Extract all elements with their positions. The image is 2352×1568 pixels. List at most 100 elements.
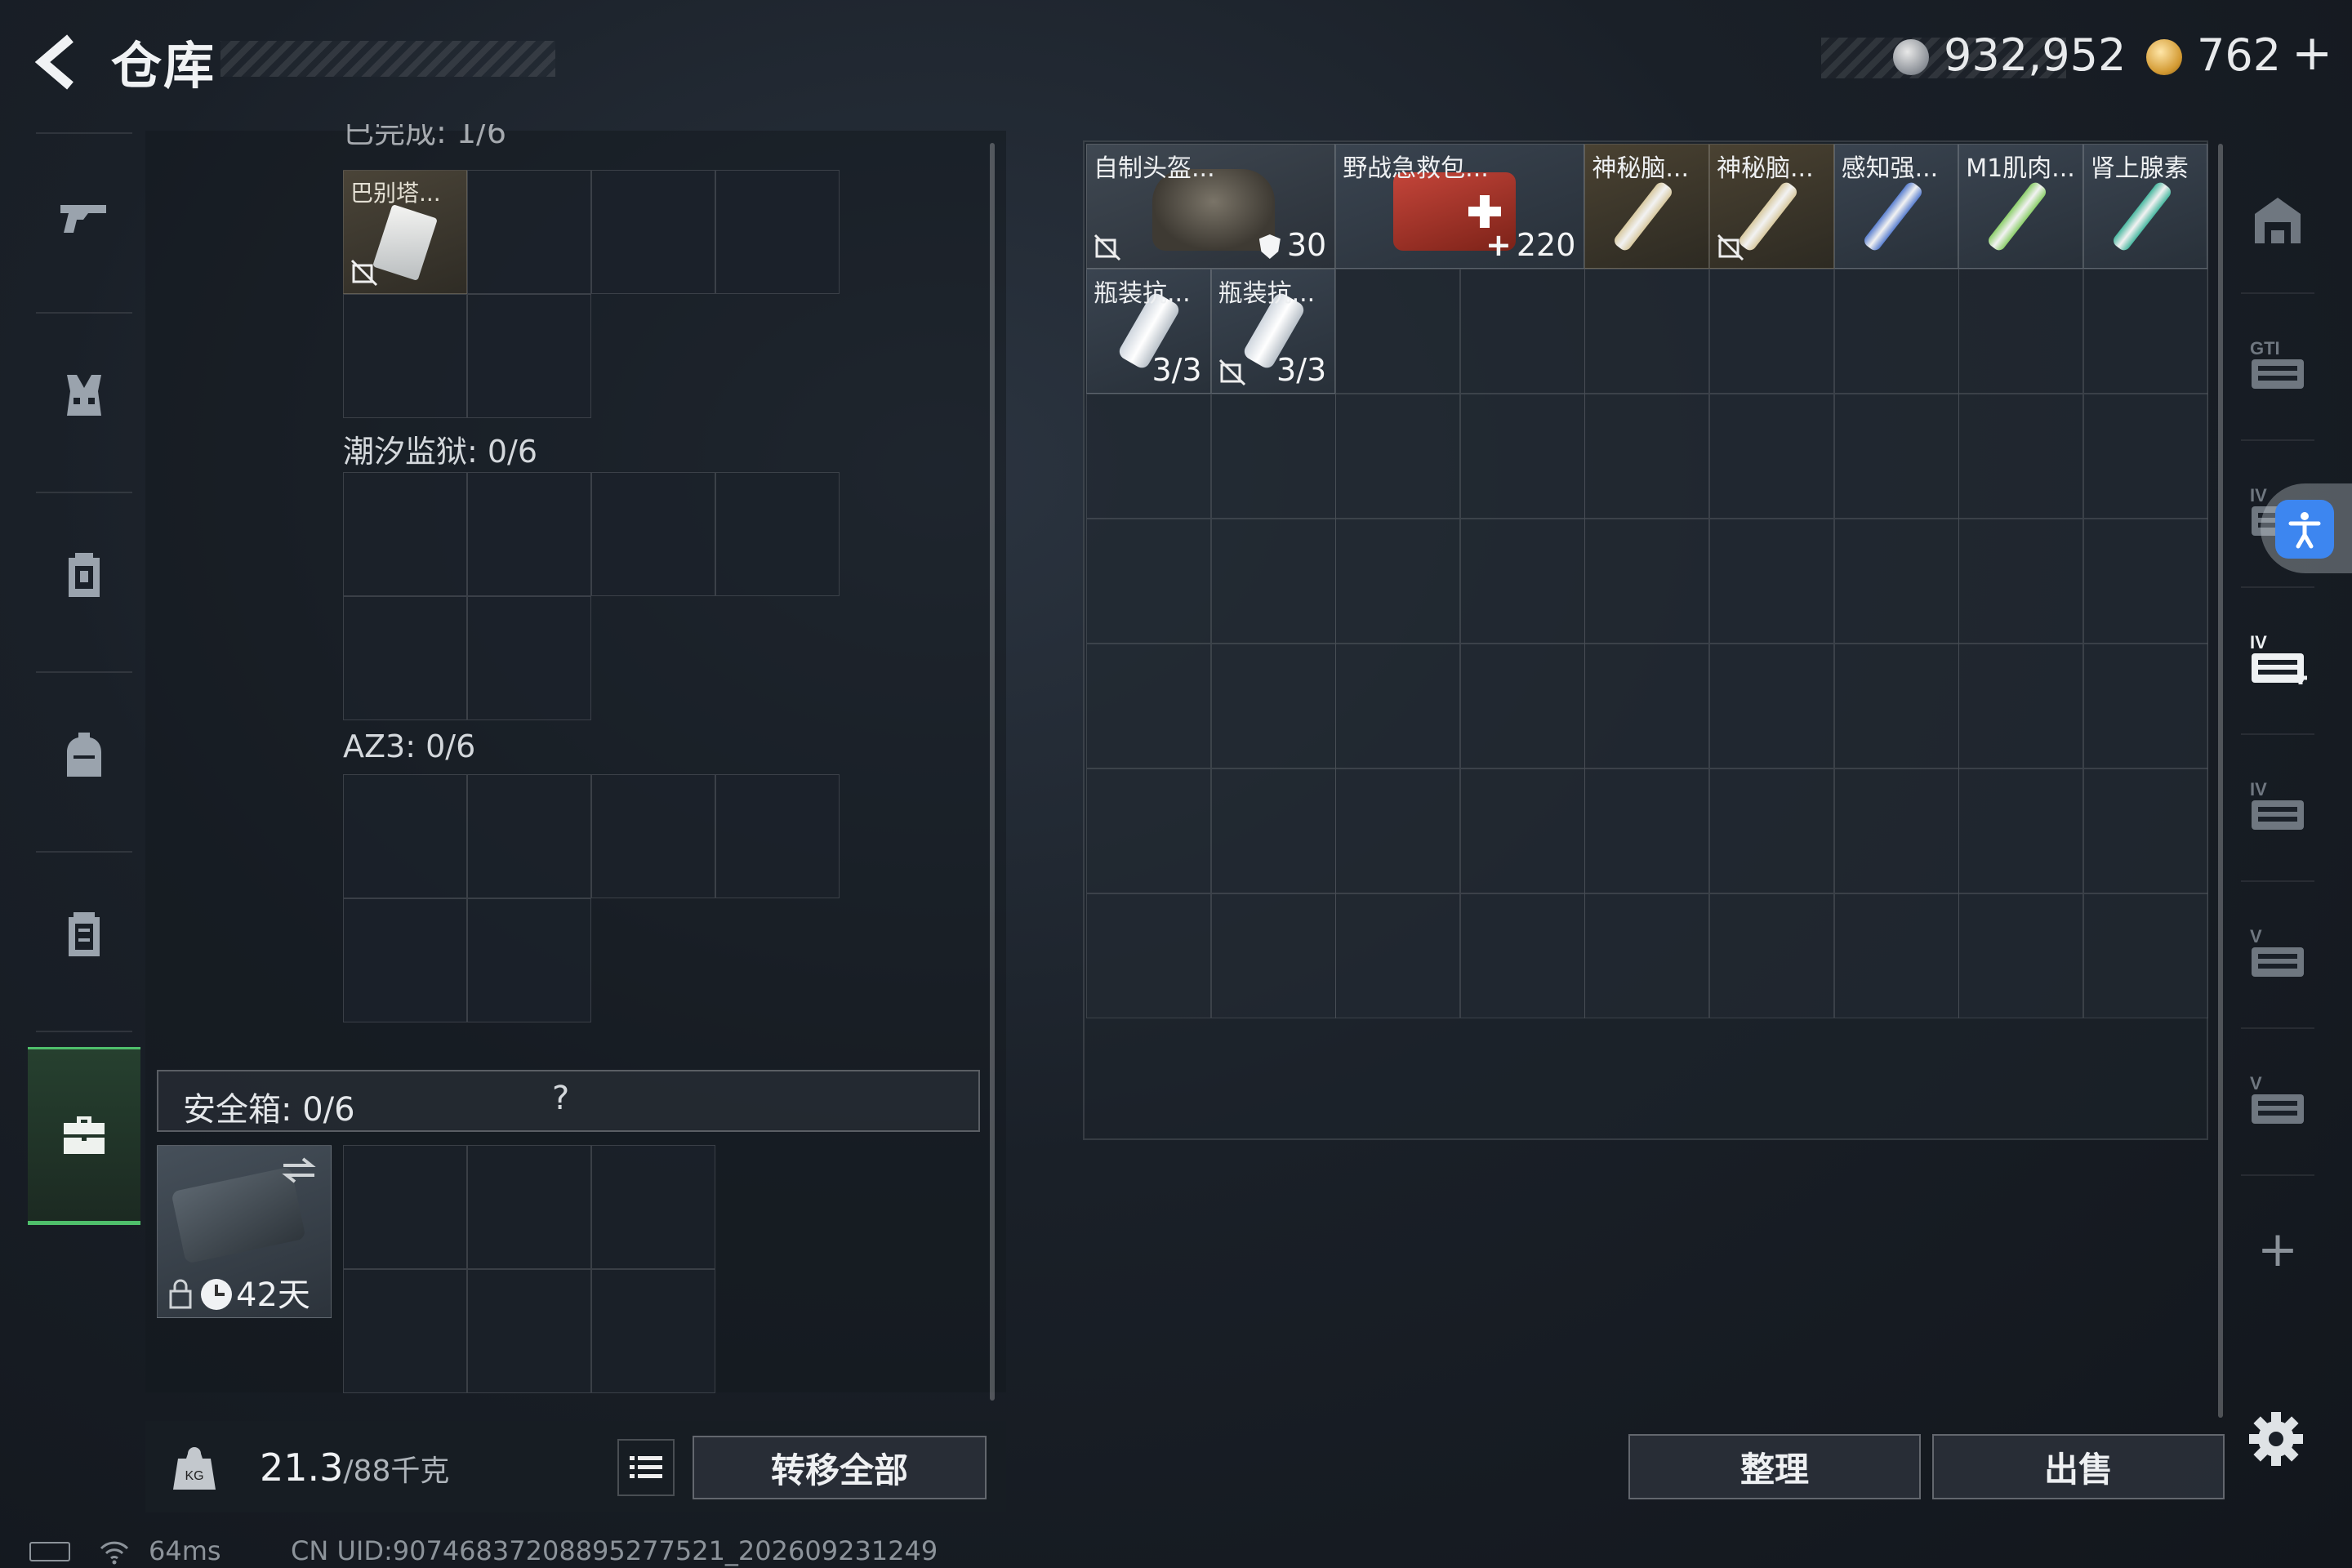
nav-item-weapon[interactable] (28, 134, 140, 297)
storage-slot[interactable] (1086, 519, 1211, 644)
storage-slot[interactable] (1459, 768, 1585, 893)
storage-slot[interactable] (1833, 394, 1959, 519)
grid-slot[interactable] (343, 294, 467, 418)
grid-slot[interactable] (343, 898, 467, 1022)
storage-item-injector-gold[interactable]: 神秘脑... (1709, 144, 1834, 269)
storage-item-injector-blue[interactable]: 感知强... (1833, 144, 1959, 269)
storage-slot[interactable] (1210, 893, 1336, 1018)
storage-slot[interactable] (1086, 893, 1211, 1018)
storage-slot[interactable] (1709, 269, 1834, 394)
grid-slot[interactable] (343, 774, 467, 898)
storage-slot[interactable] (1335, 644, 1461, 768)
safebox-slot[interactable] (343, 1145, 467, 1269)
grid-slot[interactable] (715, 170, 840, 294)
storage-slot[interactable] (1459, 644, 1585, 768)
storage-item-bottle[interactable]: 瓶装抗... 3/3 (1086, 269, 1211, 394)
grid-slot[interactable] (343, 596, 467, 720)
storage-slot[interactable] (1958, 394, 2084, 519)
storage-slot[interactable] (1459, 519, 1585, 644)
sell-button[interactable]: 出售 (1932, 1434, 2225, 1499)
storage-slot[interactable] (1459, 269, 1585, 394)
storage-slot[interactable] (1709, 768, 1834, 893)
storage-slot[interactable] (1210, 519, 1336, 644)
storage-slot[interactable] (1833, 269, 1959, 394)
storage-slot[interactable] (2082, 644, 2208, 768)
storage-item-medkit[interactable]: 野战急救包... +220 (1335, 144, 1585, 269)
safebox-slot[interactable] (343, 1269, 467, 1393)
nav-item-safebox[interactable] (28, 1047, 140, 1225)
grid-slot[interactable] (467, 774, 591, 898)
grid-slot[interactable] (591, 170, 715, 294)
storage-slot[interactable] (1833, 893, 1959, 1018)
storage-slot[interactable] (2082, 394, 2208, 519)
safebox-slot[interactable] (591, 1269, 715, 1393)
storage-slot[interactable] (1086, 394, 1211, 519)
storage-slot[interactable] (1584, 269, 1710, 394)
storage-item-helmet[interactable]: 自制头盔... 30 (1086, 144, 1336, 269)
safebox-slot[interactable] (467, 1269, 591, 1393)
loadout-scrollbar[interactable] (990, 143, 995, 1401)
storage-slot[interactable] (1210, 644, 1336, 768)
storage-slot[interactable] (1709, 644, 1834, 768)
help-icon[interactable]: ? (552, 1080, 588, 1122)
storage-slot[interactable] (2082, 269, 2208, 394)
storage-slot[interactable] (1584, 644, 1710, 768)
back-button[interactable] (24, 29, 90, 95)
storage-slot[interactable] (1709, 893, 1834, 1018)
grid-slot[interactable] (467, 472, 591, 596)
storage-slot[interactable] (1958, 519, 2084, 644)
grid-slot[interactable] (591, 472, 715, 596)
grid-slot[interactable] (715, 472, 840, 596)
storage-slot[interactable] (1459, 394, 1585, 519)
sort-button[interactable]: 整理 (1628, 1434, 1921, 1499)
storage-slot[interactable] (1335, 394, 1461, 519)
storage-item-injector-green[interactable]: M1肌肉... (1958, 144, 2083, 269)
storage-slot[interactable] (1086, 644, 1211, 768)
storage-slot[interactable] (1584, 893, 1710, 1018)
storage-slot[interactable] (1086, 768, 1211, 893)
storage-slot[interactable] (1335, 768, 1461, 893)
storage-item-injector-gold[interactable]: 神秘脑... (1584, 144, 1709, 269)
storage-slot[interactable] (1833, 768, 1959, 893)
grid-slot[interactable] (715, 774, 840, 898)
add-currency-button[interactable]: + (2292, 24, 2332, 82)
grid-item[interactable]: 巴别塔... (343, 170, 467, 294)
storage-slot[interactable] (1958, 644, 2084, 768)
grid-slot[interactable] (467, 596, 591, 720)
nav-item-armor[interactable] (28, 314, 140, 477)
transfer-all-button[interactable]: 转移全部 (693, 1436, 987, 1499)
grid-slot[interactable] (343, 472, 467, 596)
list-view-button[interactable] (617, 1439, 675, 1496)
storage-slot[interactable] (1335, 893, 1461, 1018)
storage-tab-6[interactable]: V (2233, 882, 2323, 1029)
grid-slot[interactable] (591, 774, 715, 898)
storage-slot[interactable] (1210, 768, 1336, 893)
grid-slot[interactable] (467, 294, 591, 418)
storage-slot[interactable] (1833, 644, 1959, 768)
storage-slot[interactable] (2082, 893, 2208, 1018)
storage-slot[interactable] (1958, 269, 2084, 394)
storage-slot[interactable] (2082, 519, 2208, 644)
storage-tab-2[interactable]: GTI (2233, 294, 2323, 441)
accessibility-button[interactable] (2261, 483, 2352, 573)
nav-item-chest-rig[interactable] (28, 493, 140, 657)
swap-icon[interactable] (278, 1154, 319, 1187)
storage-slot[interactable] (1584, 394, 1710, 519)
storage-slot[interactable] (1459, 893, 1585, 1018)
storage-slot[interactable] (1210, 394, 1336, 519)
storage-slot[interactable] (1584, 519, 1710, 644)
storage-item-bottle[interactable]: 瓶装抗... 3/3 (1210, 269, 1336, 394)
storage-slot[interactable] (1833, 519, 1959, 644)
storage-slot[interactable] (1335, 269, 1461, 394)
storage-tab-5[interactable]: IV (2233, 735, 2323, 882)
storage-tab-1[interactable] (2233, 147, 2323, 294)
storage-slot[interactable] (1709, 394, 1834, 519)
safebox-case[interactable]: 42天 (157, 1145, 332, 1318)
safebox-slot[interactable] (467, 1145, 591, 1269)
storage-slot[interactable] (1335, 519, 1461, 644)
storage-tab-4[interactable]: IV (2233, 588, 2323, 735)
storage-tab-7[interactable]: V (2233, 1029, 2323, 1176)
storage-slot[interactable] (1958, 768, 2084, 893)
add-storage-tab-button[interactable]: + (2233, 1176, 2323, 1323)
storage-slot[interactable] (2082, 768, 2208, 893)
